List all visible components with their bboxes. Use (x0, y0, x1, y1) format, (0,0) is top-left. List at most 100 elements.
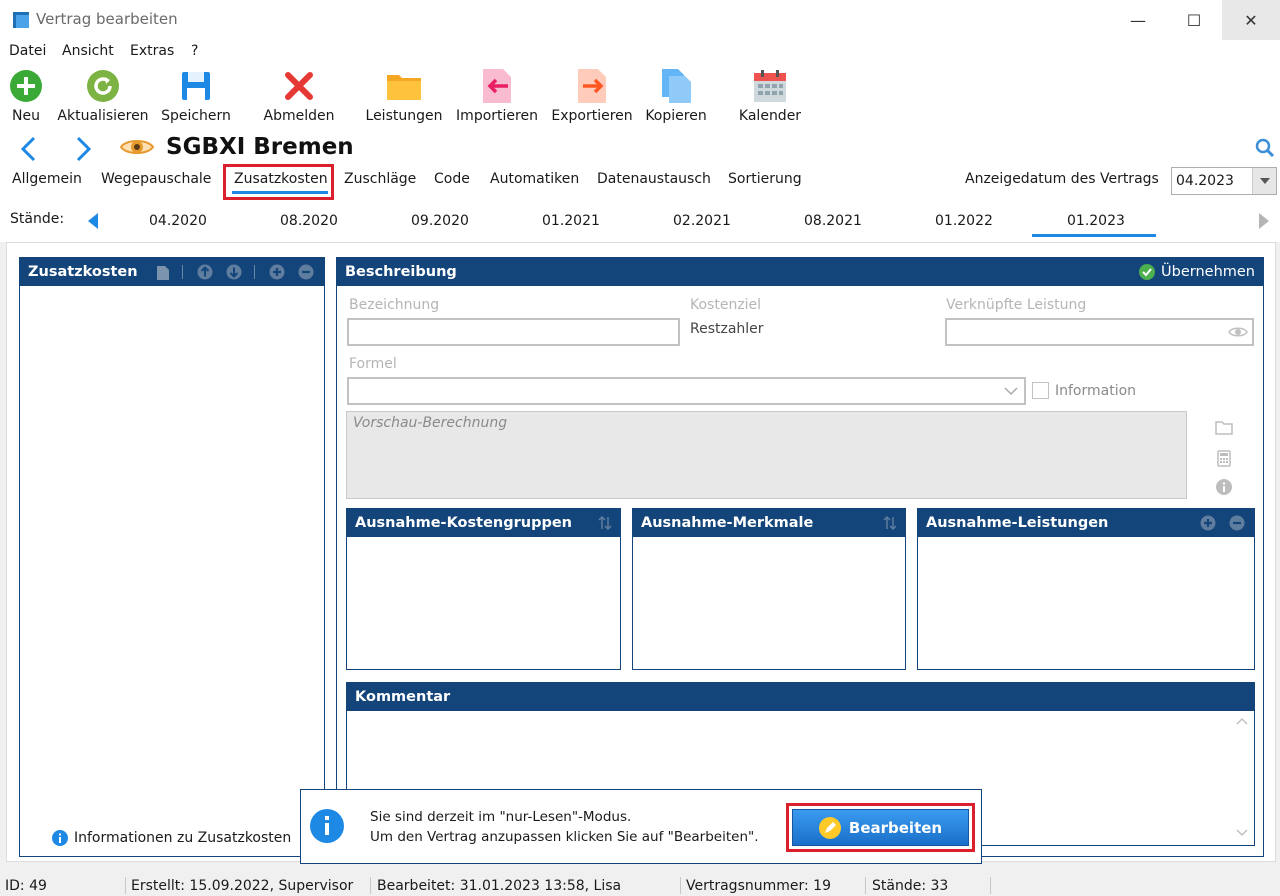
move-down-icon[interactable] (226, 264, 242, 280)
ausnahme-kostengruppen-title: Ausnahme-Kostengruppen (355, 515, 572, 531)
status-edited: Bearbeitet: 31.01.2023 13:58, Lisa (377, 878, 622, 894)
remove-item-icon[interactable] (1229, 515, 1245, 531)
calculator-icon[interactable] (1217, 450, 1231, 467)
minimize-button[interactable]: — (1110, 0, 1166, 40)
version-item[interactable]: 01.2022 (935, 213, 993, 229)
add-item-icon[interactable] (269, 264, 285, 280)
calendar-button[interactable]: Kalender (736, 64, 804, 124)
zusatzkosten-panel: Zusatzkosten Informationen zu Zusatzkost… (19, 257, 325, 857)
bezeichnung-label: Bezeichnung (349, 297, 440, 313)
info-large-icon (310, 809, 344, 843)
versions-label: Stände: (10, 211, 65, 227)
formel-label: Formel (349, 356, 397, 372)
status-created: Erstellt: 15.09.2022, Supervisor (131, 878, 354, 894)
display-date-label: Anzeigedatum des Vertrags (965, 171, 1159, 187)
sort-icon[interactable] (598, 516, 612, 530)
minimize-icon: — (1130, 10, 1146, 30)
title-bar: Vertrag bearbeiten — ☐ ✕ (0, 0, 1280, 40)
info-gray-icon[interactable] (1216, 479, 1232, 495)
formel-select[interactable] (347, 377, 1026, 405)
apply-button[interactable]: Übernehmen (1139, 258, 1255, 286)
edit-button[interactable]: Bearbeiten (792, 809, 969, 846)
tab-automatiken[interactable]: Automatiken (490, 171, 579, 187)
tab-allgemein[interactable]: Allgemein (12, 171, 82, 187)
beschreibung-title: Beschreibung (345, 264, 457, 280)
export-button[interactable]: Exportieren (550, 64, 634, 124)
toolbar: Neu Aktualisieren Speichern Abmelden Lei… (0, 64, 1280, 132)
add-item-icon[interactable] (1200, 515, 1216, 531)
menu-extras[interactable]: Extras (130, 43, 174, 59)
scroll-up-icon[interactable] (1236, 717, 1248, 725)
calendar-icon (754, 70, 786, 102)
folder-icon (387, 75, 421, 100)
menu-help[interactable]: ? (191, 43, 198, 59)
tab-sortierung[interactable]: Sortierung (728, 171, 802, 187)
preview-calculation: Vorschau-Berechnung (346, 411, 1187, 499)
back-arrow-icon[interactable] (18, 136, 40, 162)
readonly-line-2: Um den Vertrag anzupassen klicken Sie au… (370, 829, 759, 845)
maximize-button[interactable]: ☐ (1166, 0, 1222, 40)
information-checkbox[interactable] (1032, 382, 1049, 399)
services-button[interactable]: Leistungen (364, 64, 444, 124)
tab-zusatzkosten[interactable]: Zusatzkosten (234, 171, 328, 187)
sort-icon[interactable] (883, 516, 897, 530)
folder-small-icon[interactable] (1215, 421, 1233, 435)
eye-small-icon[interactable] (1228, 325, 1248, 339)
bezeichnung-input[interactable] (347, 318, 680, 346)
close-red-icon (285, 72, 313, 100)
ausnahme-kostengruppen-panel: Ausnahme-Kostengruppen (346, 508, 621, 670)
search-icon[interactable] (1255, 138, 1275, 158)
refresh-button[interactable]: Aktualisieren (56, 64, 150, 124)
remove-item-icon[interactable] (298, 264, 314, 280)
version-item[interactable]: 01.2021 (542, 213, 600, 229)
versions-left-icon[interactable] (88, 213, 98, 229)
ausnahme-merkmale-title: Ausnahme-Merkmale (641, 515, 814, 531)
readonly-notice: Sie sind derzeit im "nur-Lesen"-Modus. U… (300, 789, 982, 864)
scroll-down-icon[interactable] (1236, 829, 1248, 837)
version-item[interactable]: 09.2020 (411, 213, 469, 229)
window-title: Vertrag bearbeiten (36, 10, 178, 28)
menu-datei[interactable]: Datei (9, 43, 46, 59)
menu-bar: Datei Ansicht Extras ? (0, 40, 1280, 64)
versions-right-icon[interactable] (1259, 213, 1269, 229)
import-button[interactable]: Importieren (454, 64, 540, 124)
status-id: ID: 49 (5, 878, 47, 894)
save-button[interactable]: Speichern (158, 64, 234, 124)
verknuepfte-leistung-input[interactable] (945, 318, 1254, 346)
close-button[interactable]: ✕ (1222, 0, 1280, 40)
page-title: SGBXI Bremen (166, 134, 354, 160)
display-date-select[interactable]: 04.2023 (1171, 167, 1277, 195)
version-item[interactable]: 04.2020 (149, 213, 207, 229)
add-icon (10, 70, 42, 102)
main-content: Zusatzkosten Informationen zu Zusatzkost… (6, 242, 1276, 862)
tab-bar: Allgemein Wegepauschale Zusatzkosten Zus… (0, 164, 1280, 202)
move-up-icon[interactable] (197, 264, 213, 280)
beschreibung-panel: Beschreibung Übernehmen Bezeichnung Kost… (336, 257, 1264, 857)
version-item[interactable]: 02.2021 (673, 213, 731, 229)
information-label: Information (1055, 383, 1137, 399)
info-link[interactable]: Informationen zu Zusatzkosten (52, 830, 291, 846)
status-contract-number: Vertragsnummer: 19 (686, 878, 831, 894)
kostenziel-value: Restzahler (690, 321, 764, 337)
chevron-down-icon (1004, 387, 1018, 396)
logout-button[interactable]: Abmelden (260, 64, 338, 124)
copy-button[interactable]: Kopieren (642, 64, 710, 124)
version-item[interactable]: 08.2020 (280, 213, 338, 229)
tab-zuschlaege[interactable]: Zuschläge (344, 171, 416, 187)
preview-placeholder: Vorschau-Berechnung (353, 415, 508, 431)
status-bar: ID: 49 Erstellt: 15.09.2022, Supervisor … (0, 875, 1280, 896)
new-button[interactable]: Neu (6, 64, 46, 124)
ausnahme-leistungen-panel: Ausnahme-Leistungen (917, 508, 1255, 670)
copy-small-icon[interactable] (156, 265, 170, 281)
menu-ansicht[interactable]: Ansicht (62, 43, 114, 59)
tab-wegepauschale[interactable]: Wegepauschale (101, 171, 211, 187)
version-item[interactable]: 08.2021 (804, 213, 862, 229)
tab-code[interactable]: Code (434, 171, 470, 187)
kostenziel-label: Kostenziel (690, 297, 762, 313)
tab-datenaustausch[interactable]: Datenaustausch (597, 171, 711, 187)
forward-arrow-icon[interactable] (72, 136, 94, 162)
maximize-icon: ☐ (1186, 10, 1202, 30)
version-item-selected[interactable]: 01.2023 (1067, 213, 1125, 229)
close-icon: ✕ (1244, 10, 1258, 30)
status-versions: Stände: 33 (872, 878, 949, 894)
